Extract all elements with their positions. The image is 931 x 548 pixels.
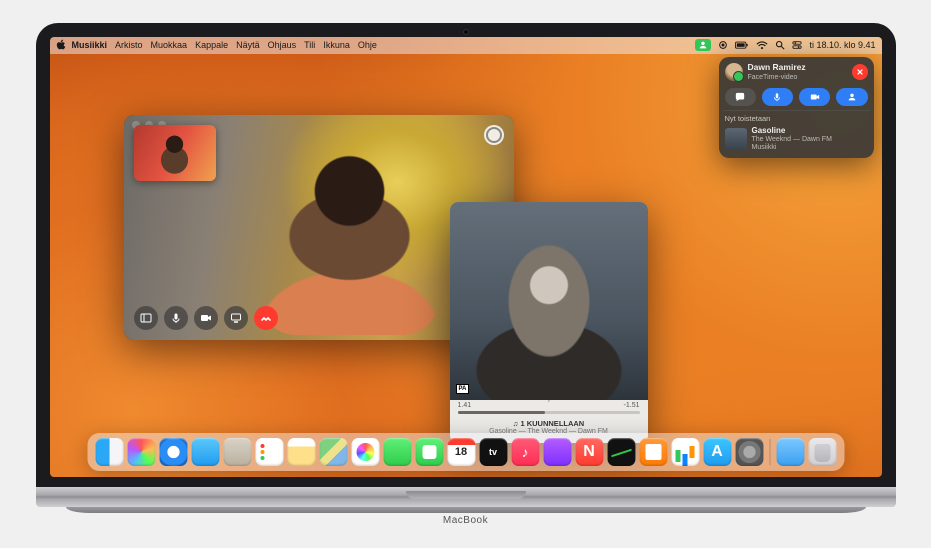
dock-photos[interactable] — [351, 438, 379, 466]
dock-contacts[interactable] — [223, 438, 251, 466]
wifi-status-icon[interactable] — [756, 41, 768, 50]
menubar-app-menus[interactable]: Musiikki Arkisto Muokkaa Kappale Näytä O… — [72, 40, 377, 50]
accept-audio-button[interactable] — [762, 88, 793, 106]
shareplay-notification[interactable]: Dawn Ramirez FaceTime-video Nyt toisteta… — [719, 57, 874, 158]
sidebar-toggle-button[interactable] — [134, 306, 158, 330]
menu-song[interactable]: Kappale — [195, 40, 228, 50]
battery-status-icon[interactable] — [735, 41, 749, 50]
screen-bezel: Musiikki Arkisto Muokkaa Kappale Näytä O… — [36, 23, 896, 487]
listening-count: ♫ 1 KUUNNELLAAN — [458, 419, 640, 428]
now-playing-subtitle: The Weeknd — Dawn FM — [752, 136, 832, 144]
facetime-controls — [134, 306, 278, 330]
mute-button[interactable] — [164, 306, 188, 330]
screen-share-button[interactable] — [224, 306, 248, 330]
control-center-icon[interactable] — [792, 40, 802, 50]
dock-separator — [769, 439, 770, 465]
menu-edit[interactable]: Muokkaa — [151, 40, 188, 50]
parental-advisory-badge: PA — [456, 384, 470, 394]
device-label: MacBook — [36, 515, 896, 526]
dock-books[interactable] — [639, 438, 667, 466]
dock-numbers[interactable] — [671, 438, 699, 466]
macbook-frame: Musiikki Arkisto Muokkaa Kappale Näytä O… — [36, 23, 896, 526]
dock-safari[interactable] — [159, 438, 187, 466]
spotlight-icon[interactable] — [775, 40, 785, 50]
dock-downloads[interactable] — [776, 438, 804, 466]
music-miniplayer[interactable]: PA ◊◊ Dolby Atmos 1.41 -1.51 ♫ 1 KUUNNEL… — [450, 202, 648, 443]
now-playing-app: Musiikki — [752, 144, 832, 152]
record-status-icon[interactable] — [718, 40, 728, 50]
shareplay-status-icon[interactable] — [695, 39, 711, 51]
call-type: FaceTime-video — [748, 74, 798, 81]
laptop-foot — [66, 507, 866, 513]
end-call-button[interactable] — [254, 306, 278, 330]
dock-finder[interactable] — [95, 438, 123, 466]
menu-window[interactable]: Ikkuna — [323, 40, 350, 50]
dock-facetime[interactable] — [415, 438, 443, 466]
message-button[interactable] — [725, 88, 756, 106]
dock-appletv[interactable] — [479, 438, 507, 466]
dock-news[interactable] — [575, 438, 603, 466]
menu-file[interactable]: Arkisto — [115, 40, 143, 50]
dock[interactable] — [87, 433, 844, 471]
camera-toggle-button[interactable] — [194, 306, 218, 330]
join-shareplay-button[interactable] — [836, 88, 867, 106]
facetime-self-view[interactable] — [134, 125, 216, 181]
elapsed-time: 1.41 — [458, 402, 472, 409]
menubar-clock[interactable]: ti 18.10. klo 9.41 — [809, 40, 875, 50]
menu-view[interactable]: Näytä — [236, 40, 260, 50]
menu-controls[interactable]: Ohjaus — [268, 40, 297, 50]
now-playing-title: Gasoline — [752, 126, 832, 135]
live-photo-button[interactable] — [484, 125, 504, 145]
dock-launchpad[interactable] — [127, 438, 155, 466]
apple-menu-icon[interactable] — [56, 39, 66, 51]
dock-maps[interactable] — [319, 438, 347, 466]
dock-podcasts[interactable] — [543, 438, 571, 466]
now-playing-header: Nyt toistetaan — [725, 114, 868, 123]
caller-avatar — [725, 63, 743, 81]
menu-help[interactable]: Ohje — [358, 40, 377, 50]
dock-notes[interactable] — [287, 438, 315, 466]
dock-settings[interactable] — [735, 438, 763, 466]
dock-trash[interactable] — [808, 438, 836, 466]
dock-music[interactable] — [511, 438, 539, 466]
desktop[interactable]: Musiikki Arkisto Muokkaa Kappale Näytä O… — [50, 37, 882, 477]
dock-reminders[interactable] — [255, 438, 283, 466]
dock-appstore[interactable] — [703, 438, 731, 466]
dock-mail[interactable] — [191, 438, 219, 466]
album-art: PA — [450, 202, 648, 400]
accept-video-button[interactable] — [799, 88, 830, 106]
dock-messages[interactable] — [383, 438, 411, 466]
dock-stocks[interactable] — [607, 438, 635, 466]
menu-account[interactable]: Tili — [304, 40, 315, 50]
progress-slider[interactable] — [458, 411, 640, 414]
laptop-hinge — [36, 487, 896, 507]
menubar-app-name[interactable]: Musiikki — [72, 40, 108, 50]
remote-participant — [260, 155, 439, 335]
dock-calendar[interactable] — [447, 438, 475, 466]
caller-name: Dawn Ramirez — [748, 62, 806, 72]
now-playing-row[interactable]: Gasoline The Weeknd — Dawn FM Musiikki — [725, 126, 868, 151]
menubar[interactable]: Musiikki Arkisto Muokkaa Kappale Näytä O… — [50, 37, 882, 54]
facetime-camera-dot — [463, 29, 469, 35]
remaining-time: -1.51 — [624, 402, 640, 409]
menubar-status-area[interactable]: ti 18.10. klo 9.41 — [695, 39, 875, 51]
caller-info: Dawn Ramirez FaceTime-video — [748, 63, 847, 83]
decline-call-button[interactable] — [852, 64, 868, 80]
now-playing-art — [725, 128, 747, 150]
